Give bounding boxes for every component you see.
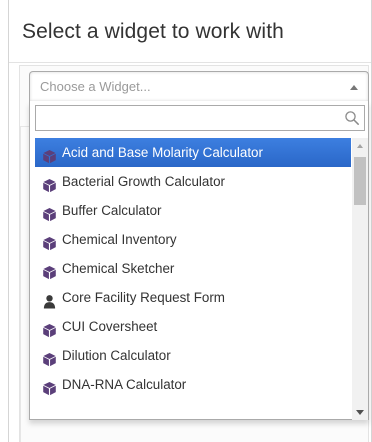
cube-icon (42, 377, 57, 396)
widget-option[interactable]: Buffer Calculator (35, 196, 351, 225)
widget-select-dropdown: Acid and Base Molarity Calculator Bacteri… (29, 101, 369, 420)
widget-option-label: DNA-RNA Calculator (62, 377, 187, 392)
widget-select[interactable]: Choose a Widget... Acid and Base Molarit… (29, 71, 369, 420)
cube-icon (42, 174, 57, 193)
widget-option-label: Chemical Inventory (62, 232, 177, 247)
scrollbar-thumb[interactable] (354, 157, 366, 205)
widget-option[interactable]: DNA-RNA Calculator (35, 370, 351, 399)
widget-options-list: Acid and Base Molarity Calculator Bacteri… (35, 138, 351, 417)
widget-option[interactable]: Bacterial Growth Calculator (35, 167, 351, 196)
title-divider (9, 62, 371, 63)
widget-option[interactable]: Core Facility Request Form (35, 283, 351, 312)
widget-option-label: Buffer Calculator (62, 203, 162, 218)
person-icon (42, 290, 57, 309)
widget-search (35, 105, 365, 131)
options-scrollbar[interactable] (352, 138, 368, 420)
search-icon (345, 111, 359, 125)
widget-option-label: Bacterial Growth Calculator (62, 174, 225, 189)
widget-option[interactable]: Chemical Inventory (35, 225, 351, 254)
page-title: Select a widget to work with (22, 20, 284, 43)
widget-option[interactable]: Chemical Sketcher (35, 254, 351, 283)
widget-option[interactable]: Dilution Calculator (35, 341, 351, 370)
widget-option[interactable]: CUI Coversheet (35, 312, 351, 341)
cube-icon (42, 261, 57, 280)
widget-option[interactable]: Acid and Base Molarity Calculator (35, 138, 351, 167)
widget-option-label: Acid and Base Molarity Calculator (62, 145, 263, 160)
widget-search-input[interactable] (35, 105, 365, 131)
widget-option-label: Chemical Sketcher (62, 261, 175, 276)
widget-option-label: Dilution Calculator (62, 348, 171, 363)
cube-icon (42, 348, 57, 367)
widget-option-label: CUI Coversheet (62, 319, 158, 334)
widget-select-placeholder: Choose a Widget... (40, 79, 151, 94)
cube-icon (42, 203, 57, 222)
widget-select-toggle[interactable]: Choose a Widget... (29, 71, 369, 101)
widget-option-label: Core Facility Request Form (62, 290, 225, 305)
cube-icon (42, 232, 57, 251)
caret-up-icon[interactable] (350, 85, 358, 90)
cube-icon (42, 145, 57, 164)
scroll-up-arrow-icon[interactable] (352, 138, 368, 154)
inner-panel-border (20, 126, 21, 442)
scroll-down-arrow-icon[interactable] (352, 404, 368, 420)
cube-icon (42, 319, 57, 338)
